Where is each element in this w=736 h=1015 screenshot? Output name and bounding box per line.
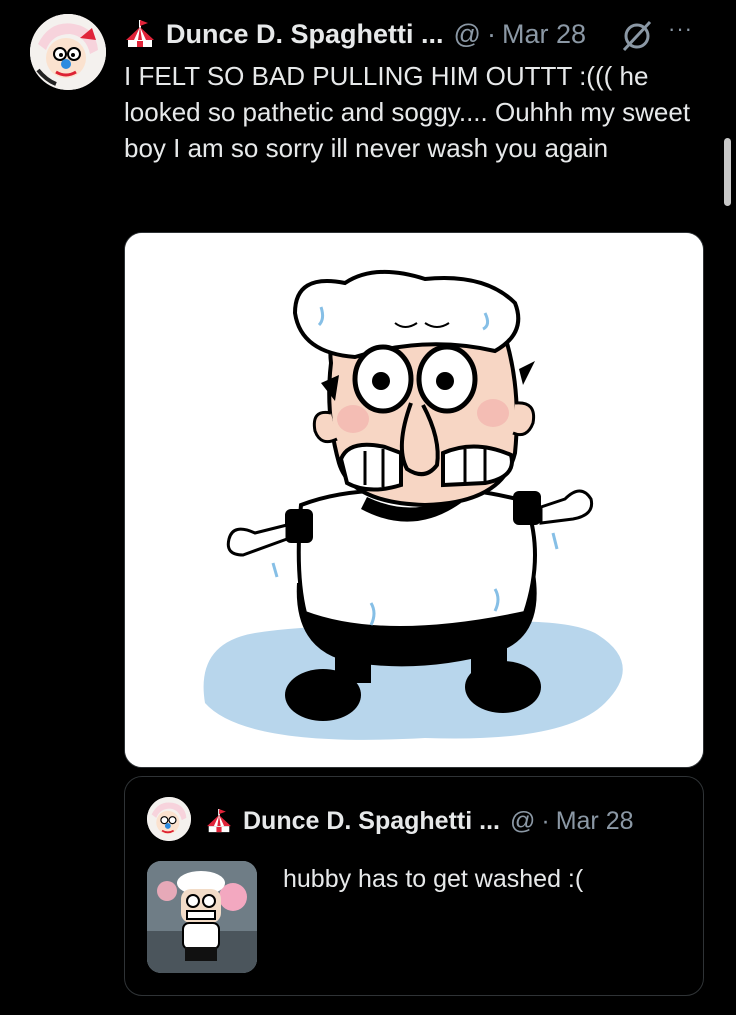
author-name[interactable]: Dunce D. Spaghetti ... xyxy=(166,19,444,50)
tweet-header: Dunce D. Spaghetti ... @ · Mar 28 xyxy=(124,14,586,54)
soggy-character-illustration xyxy=(125,233,703,767)
quoted-tweet-date[interactable]: Mar 28 xyxy=(556,807,634,836)
quoted-author-handle[interactable]: @ xyxy=(510,807,535,836)
quoted-tweet-header: Dunce D. Spaghetti ... @ · Mar 28 xyxy=(205,803,634,839)
tweet-media-image[interactable] xyxy=(124,232,704,768)
quoted-tweet[interactable]: Dunce D. Spaghetti ... @ · Mar 28 hubby … xyxy=(124,776,704,996)
plush-photo-thumbnail xyxy=(147,861,257,973)
quoted-media-thumbnail[interactable] xyxy=(147,861,257,973)
avatar-clown-icon xyxy=(30,14,106,90)
separator-dot: · xyxy=(486,18,496,49)
scrollbar[interactable] xyxy=(724,138,731,206)
avatar-clown-icon xyxy=(147,797,191,841)
quoted-author-name[interactable]: Dunce D. Spaghetti ... xyxy=(243,807,500,836)
quoted-tweet-text: hubby has to get washed :( xyxy=(283,865,584,893)
circus-tent-icon xyxy=(126,20,154,47)
tweet-text: I FELT SO BAD PULLING HIM OUTTT :((( he … xyxy=(124,61,698,163)
separator-dot: · xyxy=(541,806,550,835)
grok-icon[interactable] xyxy=(620,20,654,52)
tweet-date[interactable]: Mar 28 xyxy=(502,19,586,50)
author-handle[interactable]: @ xyxy=(454,19,481,50)
circus-tent-icon xyxy=(207,809,231,833)
quoted-author-avatar[interactable] xyxy=(147,797,191,841)
more-options-icon[interactable]: ··· xyxy=(668,16,693,42)
author-avatar[interactable] xyxy=(30,14,106,90)
